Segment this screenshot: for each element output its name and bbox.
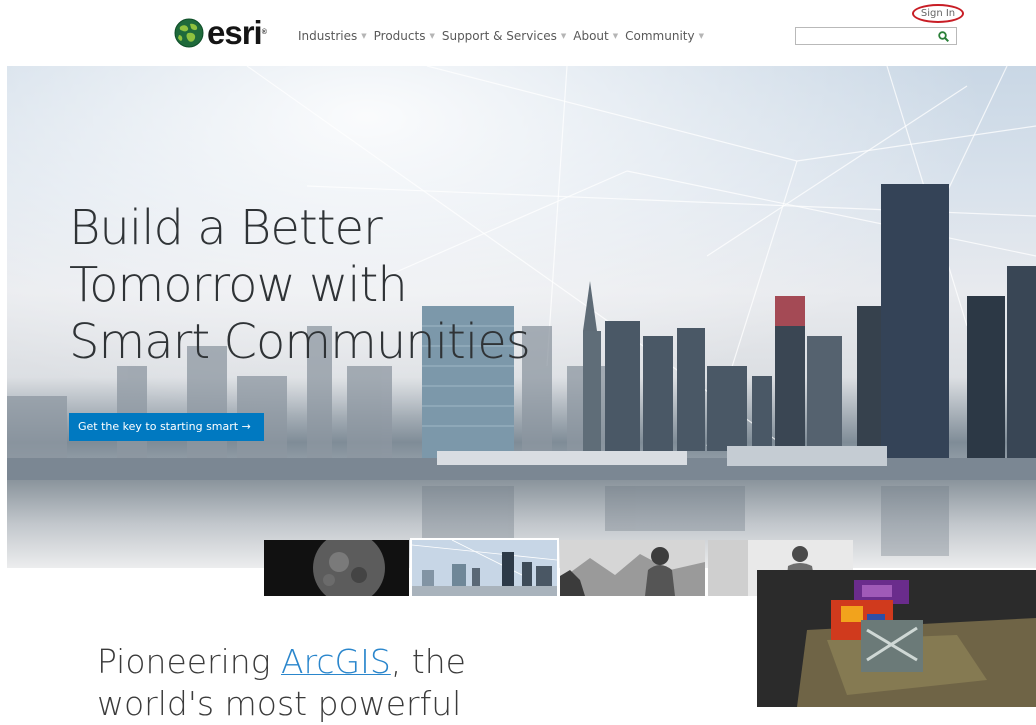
search-button[interactable] — [936, 28, 950, 44]
heading-prefix: Pioneering — [97, 642, 281, 681]
city-skyline-image — [412, 540, 557, 596]
arcgis-link[interactable]: ArcGIS — [281, 642, 391, 681]
carousel-thumb-hiker[interactable] — [560, 540, 705, 596]
nav-community[interactable]: Community ▼ — [625, 29, 704, 43]
hero-banner: Build a Better Tomorrow with Smart Commu… — [7, 66, 1036, 568]
nav-label: Community — [625, 29, 695, 43]
registered-mark: ® — [261, 29, 267, 36]
nav-label: Products — [373, 29, 426, 43]
nav-products[interactable]: Products ▼ — [374, 29, 435, 43]
get-the-key-button[interactable]: Get the key to starting smart → — [69, 413, 264, 441]
map-collage-image — [757, 570, 1036, 707]
chevron-down-icon: ▼ — [612, 32, 619, 40]
globe-icon — [174, 18, 204, 48]
moon-image — [264, 540, 409, 596]
site-header: esri® Industries ▼ Products ▼ Support & … — [0, 0, 1036, 64]
esri-logo[interactable]: esri® — [174, 14, 267, 51]
arcgis-maps-showcase-image — [757, 570, 1036, 707]
chevron-down-icon: ▼ — [361, 32, 367, 40]
hero-heading-line: Tomorrow with — [69, 257, 408, 313]
section-heading-line2: world's most powerful — [97, 684, 462, 723]
logo-wordmark: esri® — [207, 14, 267, 51]
main-nav: Industries ▼ Products ▼ Support & Servic… — [298, 29, 711, 43]
section-heading: Pioneering ArcGIS, the world's most powe… — [97, 641, 466, 725]
nav-about[interactable]: About ▼ — [573, 29, 618, 43]
nav-industries[interactable]: Industries ▼ — [298, 29, 367, 43]
search-input[interactable] — [795, 27, 957, 45]
chevron-down-icon: ▼ — [698, 32, 704, 40]
heading-suffix: , the — [390, 642, 466, 681]
nav-label: Industries — [298, 29, 358, 43]
sign-in-link[interactable]: Sign In — [912, 4, 964, 23]
hero-heading-line: Smart Communities — [69, 314, 531, 370]
hero-heading-line: Build a Better — [69, 200, 383, 256]
carousel-thumb-moon[interactable] — [264, 540, 409, 596]
chevron-down-icon: ▼ — [560, 32, 567, 40]
nav-label: Support & Services — [441, 29, 557, 43]
nav-support-services[interactable]: Support & Services ▼ — [442, 29, 566, 43]
search-icon — [937, 30, 949, 42]
section-heading-line1: Pioneering ArcGIS, the — [97, 641, 466, 683]
hiker-image — [560, 540, 705, 596]
nav-label: About — [573, 29, 609, 43]
chevron-down-icon: ▼ — [429, 32, 435, 40]
hero-heading: Build a Better Tomorrow with Smart Commu… — [69, 200, 531, 371]
carousel-thumb-city[interactable] — [410, 538, 559, 598]
